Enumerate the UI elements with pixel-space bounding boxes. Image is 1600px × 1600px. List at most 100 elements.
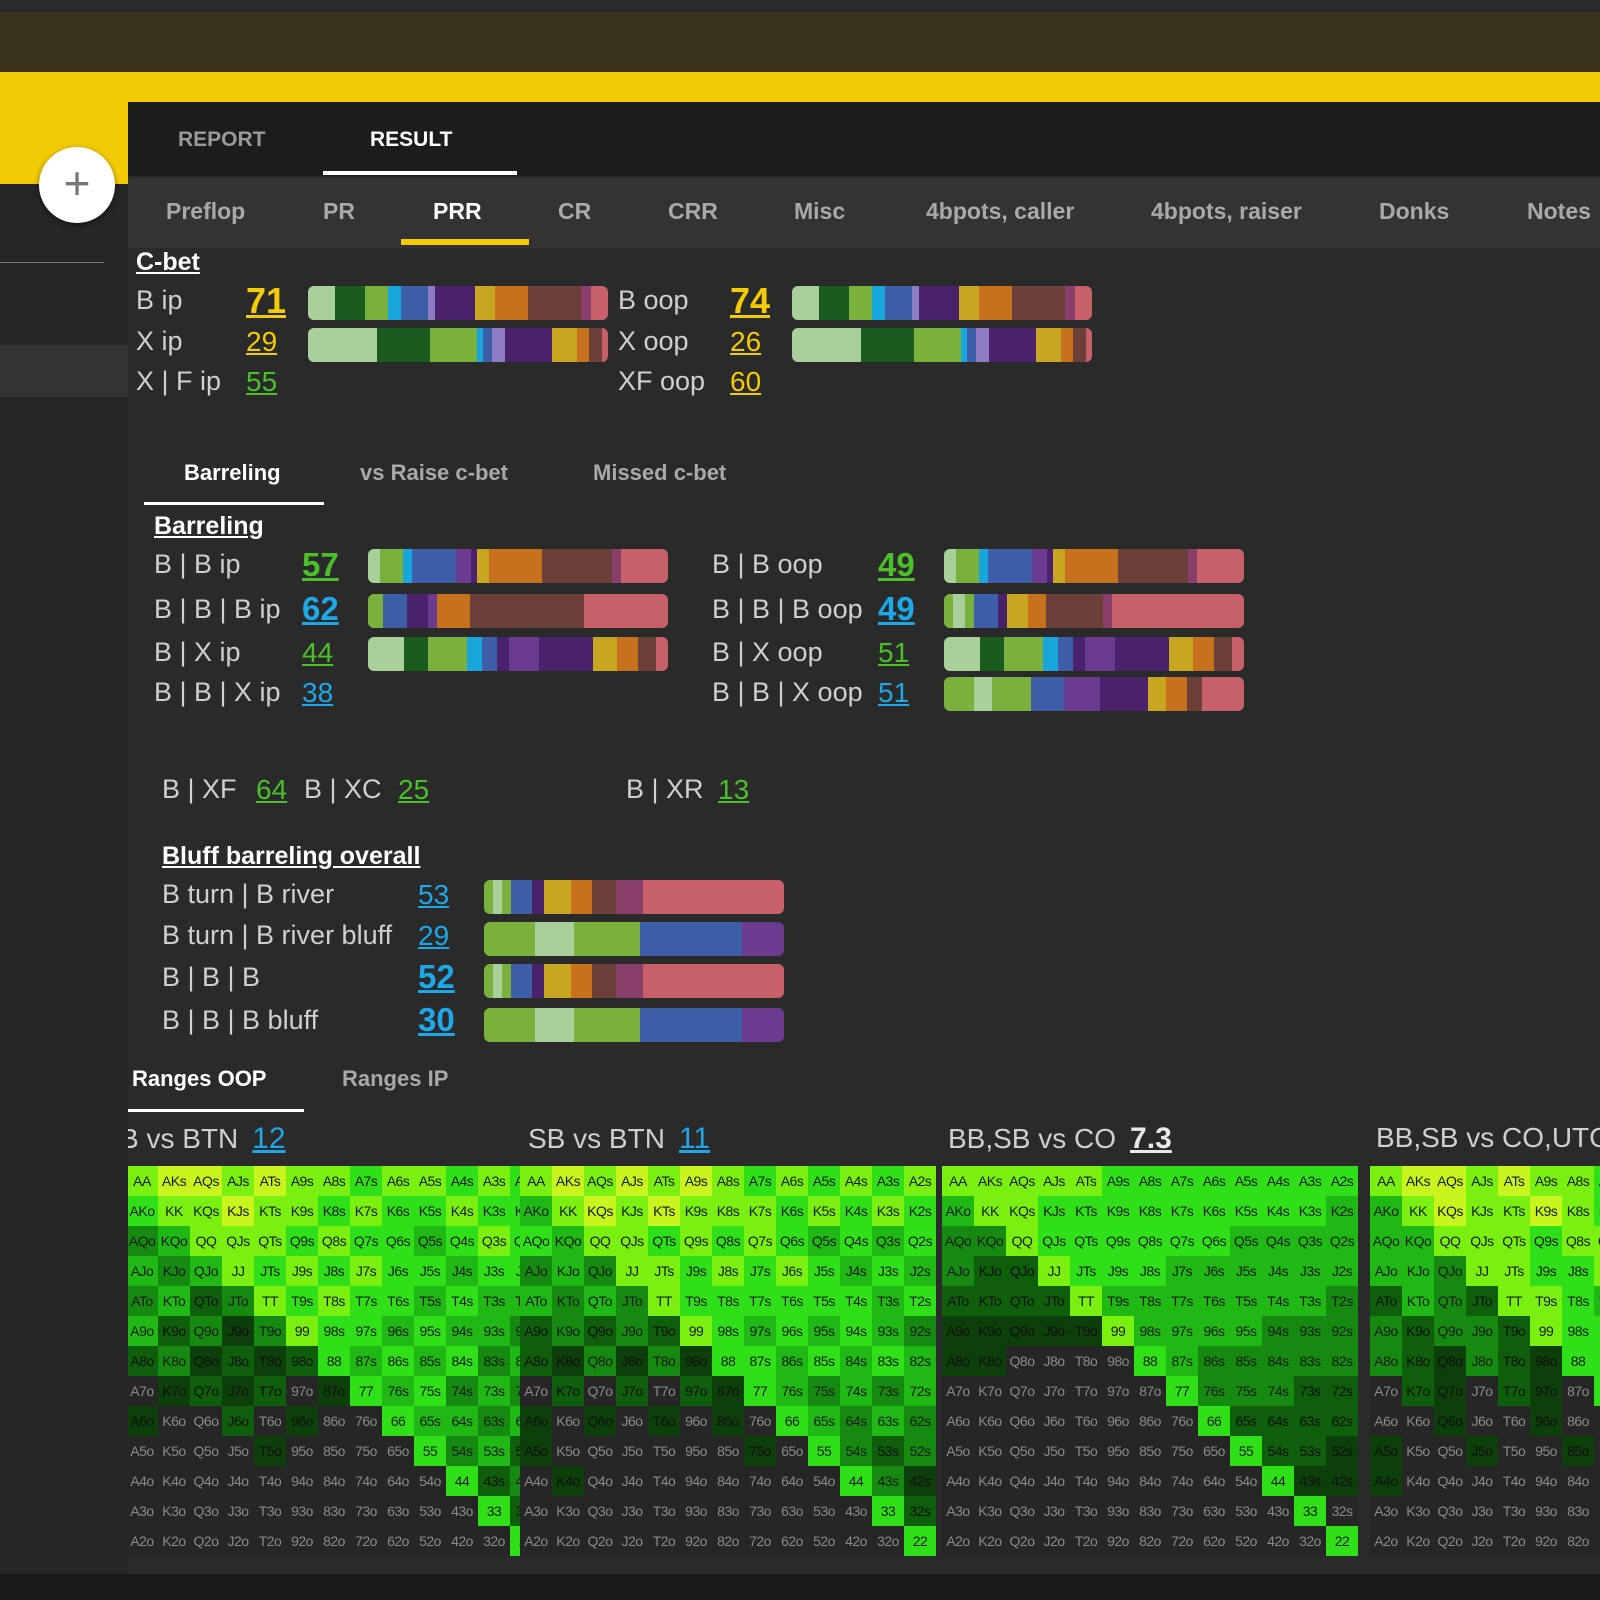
range-cell[interactable]: K6s [1198, 1196, 1230, 1226]
range-cell[interactable]: 98o [286, 1346, 318, 1376]
range-cell[interactable]: JTs [1070, 1256, 1102, 1286]
range-cell[interactable]: QTo [190, 1286, 222, 1316]
range-cell[interactable]: 97o [286, 1376, 318, 1406]
range-cell[interactable]: 65s [1230, 1406, 1262, 1436]
range-cell[interactable]: 84s [446, 1346, 478, 1376]
range-cell[interactable]: J2o [616, 1526, 648, 1556]
range-cell[interactable]: KJs [1038, 1196, 1070, 1226]
range-cell[interactable]: K2o [552, 1526, 584, 1556]
range-cell[interactable]: 54o [1230, 1466, 1262, 1496]
range-cell[interactable]: Q6o [190, 1406, 222, 1436]
range-cell[interactable]: 53s [872, 1436, 904, 1466]
range-cell[interactable]: Q5o [1434, 1436, 1466, 1466]
range-cell[interactable]: K8s [318, 1196, 350, 1226]
range-cell[interactable]: A5o [942, 1436, 974, 1466]
range-cell[interactable]: 95s [808, 1316, 840, 1346]
range-cell[interactable]: JJ [1466, 1256, 1498, 1286]
range-cell[interactable]: 97s [1166, 1316, 1198, 1346]
range-cell[interactable]: T7s [1594, 1286, 1600, 1316]
stat-value[interactable]: 25 [398, 774, 429, 806]
range-cell[interactable]: Q4s [1262, 1226, 1294, 1256]
range-cell[interactable]: 32o [1294, 1526, 1326, 1556]
range-cell[interactable]: ATo [128, 1286, 158, 1316]
range-cell[interactable]: AKs [552, 1166, 584, 1196]
range-cell[interactable]: KJo [974, 1256, 1006, 1286]
range-cell[interactable]: Q8o [584, 1346, 616, 1376]
range-cell[interactable]: J9o [1038, 1316, 1070, 1346]
range-cell[interactable]: A4s [1262, 1166, 1294, 1196]
range-cell[interactable]: K8o [974, 1346, 1006, 1376]
range-cell[interactable]: J2o [222, 1526, 254, 1556]
range-cell[interactable]: Q2o [190, 1526, 222, 1556]
range-cell[interactable]: KTo [552, 1286, 584, 1316]
range-cell[interactable]: K7o [1402, 1376, 1434, 1406]
range-cell[interactable]: AKo [520, 1196, 552, 1226]
range-cell[interactable]: AQo [942, 1226, 974, 1256]
range-cell[interactable]: K4o [158, 1466, 190, 1496]
range-cell[interactable]: KJo [1402, 1256, 1434, 1286]
range-cell[interactable]: 99 [286, 1316, 318, 1346]
range-cell[interactable]: 73o [744, 1496, 776, 1526]
range-cell[interactable]: Q8s [1562, 1226, 1594, 1256]
range-cell[interactable]: J8s [318, 1256, 350, 1286]
tab-ranges-ip[interactable]: Ranges IP [342, 1066, 448, 1092]
range-cell[interactable]: AJs [616, 1166, 648, 1196]
range-cell[interactable]: T7o [254, 1376, 286, 1406]
range-cell[interactable]: A9s [1102, 1166, 1134, 1196]
range-cell[interactable]: QTs [254, 1226, 286, 1256]
range-cell[interactable]: J8s [1562, 1256, 1594, 1286]
range-cell[interactable]: JJ [616, 1256, 648, 1286]
range-cell[interactable]: Q7s [1166, 1226, 1198, 1256]
range-cell[interactable]: QJs [1466, 1226, 1498, 1256]
range-cell[interactable]: 82o [1562, 1526, 1594, 1556]
range-cell[interactable]: 86o [712, 1406, 744, 1436]
range-cell[interactable]: A2s [904, 1166, 936, 1196]
range-cell[interactable]: J6o [1466, 1406, 1498, 1436]
range-cell[interactable]: KQo [1402, 1226, 1434, 1256]
range-cell[interactable]: J3o [1466, 1496, 1498, 1526]
range-cell[interactable]: J6s [776, 1256, 808, 1286]
range-cell[interactable]: Q7o [190, 1376, 222, 1406]
range-cell[interactable]: 86s [382, 1346, 414, 1376]
range-cell[interactable]: 95s [414, 1316, 446, 1346]
range-cell[interactable]: T5o [254, 1436, 286, 1466]
range-cell[interactable]: QTs [1498, 1226, 1530, 1256]
range-cell[interactable]: 87o [318, 1376, 350, 1406]
range-cell[interactable]: T9o [1070, 1316, 1102, 1346]
range-cell[interactable]: 43o [840, 1496, 872, 1526]
range-cell[interactable]: K6o [974, 1406, 1006, 1436]
range-cell[interactable]: 74s [446, 1376, 478, 1406]
range-cell[interactable]: J4o [1038, 1466, 1070, 1496]
tab-report[interactable]: REPORT [178, 128, 266, 152]
range-cell[interactable]: 98o [680, 1346, 712, 1376]
range-cell[interactable]: T5o [648, 1436, 680, 1466]
range-cell[interactable]: 97o [680, 1376, 712, 1406]
range-cell[interactable]: Q9o [584, 1316, 616, 1346]
range-cell[interactable]: J5s [414, 1256, 446, 1286]
range-cell[interactable]: 64s [446, 1406, 478, 1436]
range-cell[interactable]: 63s [1294, 1406, 1326, 1436]
range-cell[interactable]: J3o [1038, 1496, 1070, 1526]
range-cell[interactable]: 52o [414, 1526, 446, 1556]
range-cell[interactable]: K8s [1134, 1196, 1166, 1226]
range-cell[interactable]: AKs [1402, 1166, 1434, 1196]
range-cell[interactable]: J7s [350, 1256, 382, 1286]
range-cell[interactable]: KK [974, 1196, 1006, 1226]
range-cell[interactable]: 66 [1198, 1406, 1230, 1436]
range-cell[interactable]: J3s [1294, 1256, 1326, 1286]
range-cell[interactable]: A9o [128, 1316, 158, 1346]
range-cell[interactable]: 95o [680, 1436, 712, 1466]
range-cell[interactable]: 32o [872, 1526, 904, 1556]
range-cell[interactable]: KTs [1498, 1196, 1530, 1226]
range-cell[interactable]: QJo [1006, 1256, 1038, 1286]
range-cell[interactable]: J4o [1466, 1466, 1498, 1496]
range-cell[interactable]: 87o [1134, 1376, 1166, 1406]
range-cell[interactable]: TT [648, 1286, 680, 1316]
range-cell[interactable]: AJs [222, 1166, 254, 1196]
range-cell[interactable]: K7s [1594, 1196, 1600, 1226]
range-cell[interactable]: A4s [840, 1166, 872, 1196]
range-cell[interactable]: T4o [1070, 1466, 1102, 1496]
range-cell[interactable]: J5s [808, 1256, 840, 1286]
tab-barreling[interactable]: Barreling [184, 460, 281, 486]
stat-value[interactable]: 74 [730, 280, 770, 322]
